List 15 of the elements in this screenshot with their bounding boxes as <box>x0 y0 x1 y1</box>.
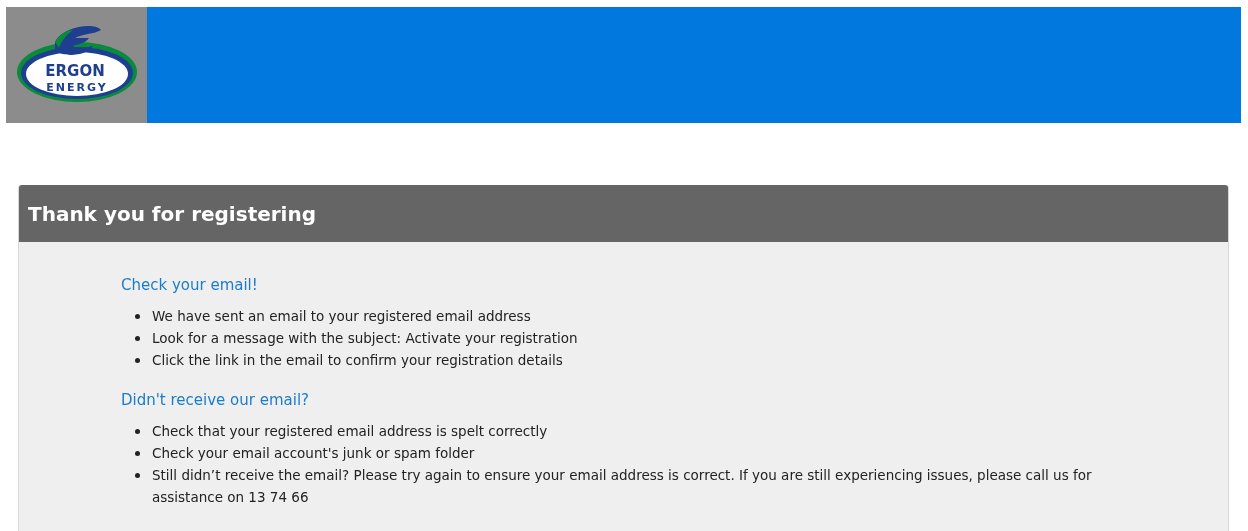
list-item-text: Check that your registered email address is spelt correctly <box>152 422 548 441</box>
bullet-icon <box>135 336 140 341</box>
bullet-icon <box>135 358 140 363</box>
list-item-text: Still didn’t receive the email? Please try again to ensure your email address is correct. If you are still experiencing issues, please call us for assistance on 13 74 66 <box>152 466 1093 507</box>
card-title: Thank you for registering <box>28 201 317 226</box>
list-item-text: Click the link in the email to confirm your registration details <box>152 351 563 370</box>
bullet-icon <box>135 473 140 478</box>
bullet-icon <box>135 429 140 434</box>
list-item-text: We have sent an email to your registered email address <box>152 307 531 326</box>
bullet-icon <box>135 314 140 319</box>
section-heading: Didn't receive our email? <box>121 391 311 409</box>
section-heading: Check your email! <box>121 276 259 294</box>
list-item-text: Look for a message with the subject: Activate your registration <box>152 329 578 348</box>
bullet-icon <box>135 451 140 456</box>
list-item-text: Check your email account's junk or spam folder <box>152 444 475 463</box>
